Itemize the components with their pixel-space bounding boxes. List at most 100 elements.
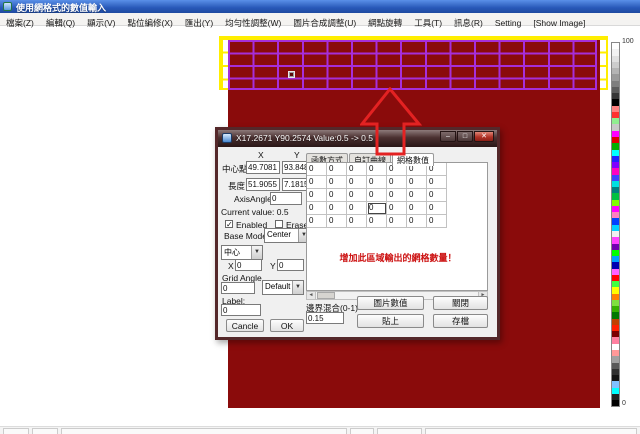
menu-item[interactable]: 編輯(Q) [40, 16, 81, 29]
grid-value-dialog: X17.2671 Y90.2574 Value:0.5 -> 0.5 – □ ✕… [215, 127, 500, 340]
menu-item[interactable]: 均勻性調整(W) [219, 16, 287, 29]
menu-item[interactable]: 檔案(Z) [0, 16, 40, 29]
column-header-y: Y [294, 150, 300, 160]
menu-item[interactable]: 網點旋轉 [362, 16, 408, 29]
colorbar-segment [612, 400, 619, 406]
close-icon[interactable]: ✕ [474, 131, 494, 142]
base-mode-select[interactable]: Center ▼ [264, 228, 310, 243]
grid-cell[interactable]: 0 [347, 163, 367, 176]
grid-cell[interactable]: 0 [427, 189, 447, 202]
status-panel [61, 428, 347, 434]
paste-button[interactable]: 貼上 [357, 314, 424, 328]
anchor-value: 中心 [224, 247, 240, 258]
grid-cell[interactable]: 0 [307, 163, 327, 176]
image-values-button[interactable]: 圖片數值 [357, 296, 424, 310]
current-value-label: Current value: 0.5 [221, 207, 289, 217]
menu-item[interactable]: 點位編修(X) [121, 16, 178, 29]
status-panel [32, 428, 58, 434]
grid-cell[interactable]: 0 [367, 163, 387, 176]
grid-angle-mode-select[interactable]: Default ▼ [262, 280, 304, 295]
menu-item[interactable]: 匯出(Y) [179, 16, 219, 29]
menu-item[interactable]: 圖片合成調整(U) [287, 16, 362, 29]
cancel-button[interactable]: Cancle [226, 319, 264, 332]
colorbar-min-label: 0 [622, 400, 626, 407]
title-bar: 使用網格式的數值輸入 [0, 0, 640, 13]
axis-angle-field[interactable] [270, 192, 302, 205]
offset-y-label: Y [270, 261, 276, 271]
offset-x-field[interactable] [235, 259, 262, 271]
maximize-button[interactable]: □ [457, 131, 473, 142]
menu-item[interactable]: 顯示(V) [81, 16, 121, 29]
app-icon [3, 2, 12, 11]
grid-cell[interactable]: 0 [327, 202, 347, 215]
grid-cell[interactable]: 0 [347, 189, 367, 202]
dialog-icon [222, 133, 232, 143]
grid-cell[interactable]: 0 [407, 176, 427, 189]
scroll-left-icon[interactable]: ◄ [307, 292, 316, 299]
menu-bar: 檔案(Z)編輯(Q)顯示(V)點位編修(X)匯出(Y)均勻性調整(W)圖片合成調… [0, 13, 640, 26]
grid-cell[interactable]: 0 [387, 202, 407, 215]
selected-point-marker[interactable] [288, 71, 295, 78]
save-button[interactable]: 存檔 [433, 314, 488, 328]
axis-angle-label: AxisAngle [234, 194, 272, 204]
enabled-checkbox[interactable]: ✓ [225, 220, 233, 228]
colorbar-max-label: 100 [622, 38, 634, 45]
close-button[interactable]: 關閉 [433, 296, 488, 310]
grid-cell[interactable]: 0 [327, 163, 347, 176]
grid-values-table: 00000000000000000000000000000000000 增加此區… [306, 162, 488, 291]
grid-cell[interactable]: 0 [427, 202, 447, 215]
chevron-down-icon[interactable]: ▼ [251, 246, 262, 259]
status-panel [377, 428, 422, 434]
grid-cell[interactable]: 0 [327, 189, 347, 202]
grid-cell[interactable]: 0 [307, 189, 327, 202]
grid-cell[interactable]: 0 [327, 176, 347, 189]
length-x-field[interactable] [246, 178, 280, 191]
grid-cell[interactable]: 0 [407, 202, 427, 215]
menu-item[interactable]: 工具(T) [408, 16, 448, 29]
blend-field[interactable] [306, 312, 344, 324]
grid-cell[interactable]: 0 [307, 202, 327, 215]
grid-cell[interactable]: 0 [307, 215, 327, 228]
grid-cell[interactable]: 0 [367, 189, 387, 202]
grid-cell[interactable]: 0 [407, 189, 427, 202]
grid-cell[interactable]: 0 [367, 176, 387, 189]
grid-cell[interactable]: 0 [367, 215, 387, 228]
status-panel [350, 428, 374, 434]
grid-cell[interactable]: 0 [367, 202, 387, 215]
grid-cells: 00000000000000000000000000000000000 [307, 163, 447, 228]
grid-cell[interactable]: 0 [407, 215, 427, 228]
grid-cell[interactable]: 0 [427, 215, 447, 228]
grid-cell[interactable]: 0 [307, 176, 327, 189]
grid-cell[interactable]: 0 [347, 215, 367, 228]
grid-cell[interactable]: 0 [347, 176, 367, 189]
minimize-button[interactable]: – [440, 131, 456, 142]
status-panel [3, 428, 29, 434]
grid-angle-field[interactable] [221, 282, 255, 294]
grid-cell[interactable]: 0 [387, 176, 407, 189]
dialog-title-bar[interactable]: X17.2671 Y90.2574 Value:0.5 -> 0.5 – □ ✕ [218, 130, 497, 147]
scrollbar-thumb[interactable] [317, 292, 335, 299]
status-bar [0, 426, 640, 434]
menu-item[interactable]: 訊息(R) [448, 16, 489, 29]
status-panel [425, 428, 637, 434]
arrow-up-annotation [360, 87, 422, 157]
chevron-down-icon[interactable]: ▼ [292, 281, 303, 294]
grid-cell[interactable]: 0 [427, 176, 447, 189]
anchor-select[interactable]: 中心 ▼ [221, 245, 263, 260]
label-field[interactable] [221, 304, 261, 316]
base-mode-value: Center [267, 230, 291, 239]
ok-button[interactable]: OK [270, 319, 304, 332]
density-grid-overlay[interactable] [228, 40, 597, 90]
offset-y-field[interactable] [277, 259, 304, 271]
grid-cell[interactable]: 0 [347, 202, 367, 215]
grid-angle-mode-value: Default [265, 282, 290, 291]
grid-cell[interactable]: 0 [327, 215, 347, 228]
grid-hint-text: 增加此區域輸出的網格數量！ [315, 251, 481, 264]
grid-cell[interactable]: 0 [387, 189, 407, 202]
menu-item[interactable]: [Show Image] [527, 17, 591, 30]
grid-cell[interactable]: 0 [387, 215, 407, 228]
menu-item[interactable]: Setting [489, 17, 527, 30]
center-x-field[interactable] [246, 161, 280, 174]
length-label: 長度 [228, 180, 245, 192]
erase-dots-checkbox[interactable] [275, 220, 283, 228]
